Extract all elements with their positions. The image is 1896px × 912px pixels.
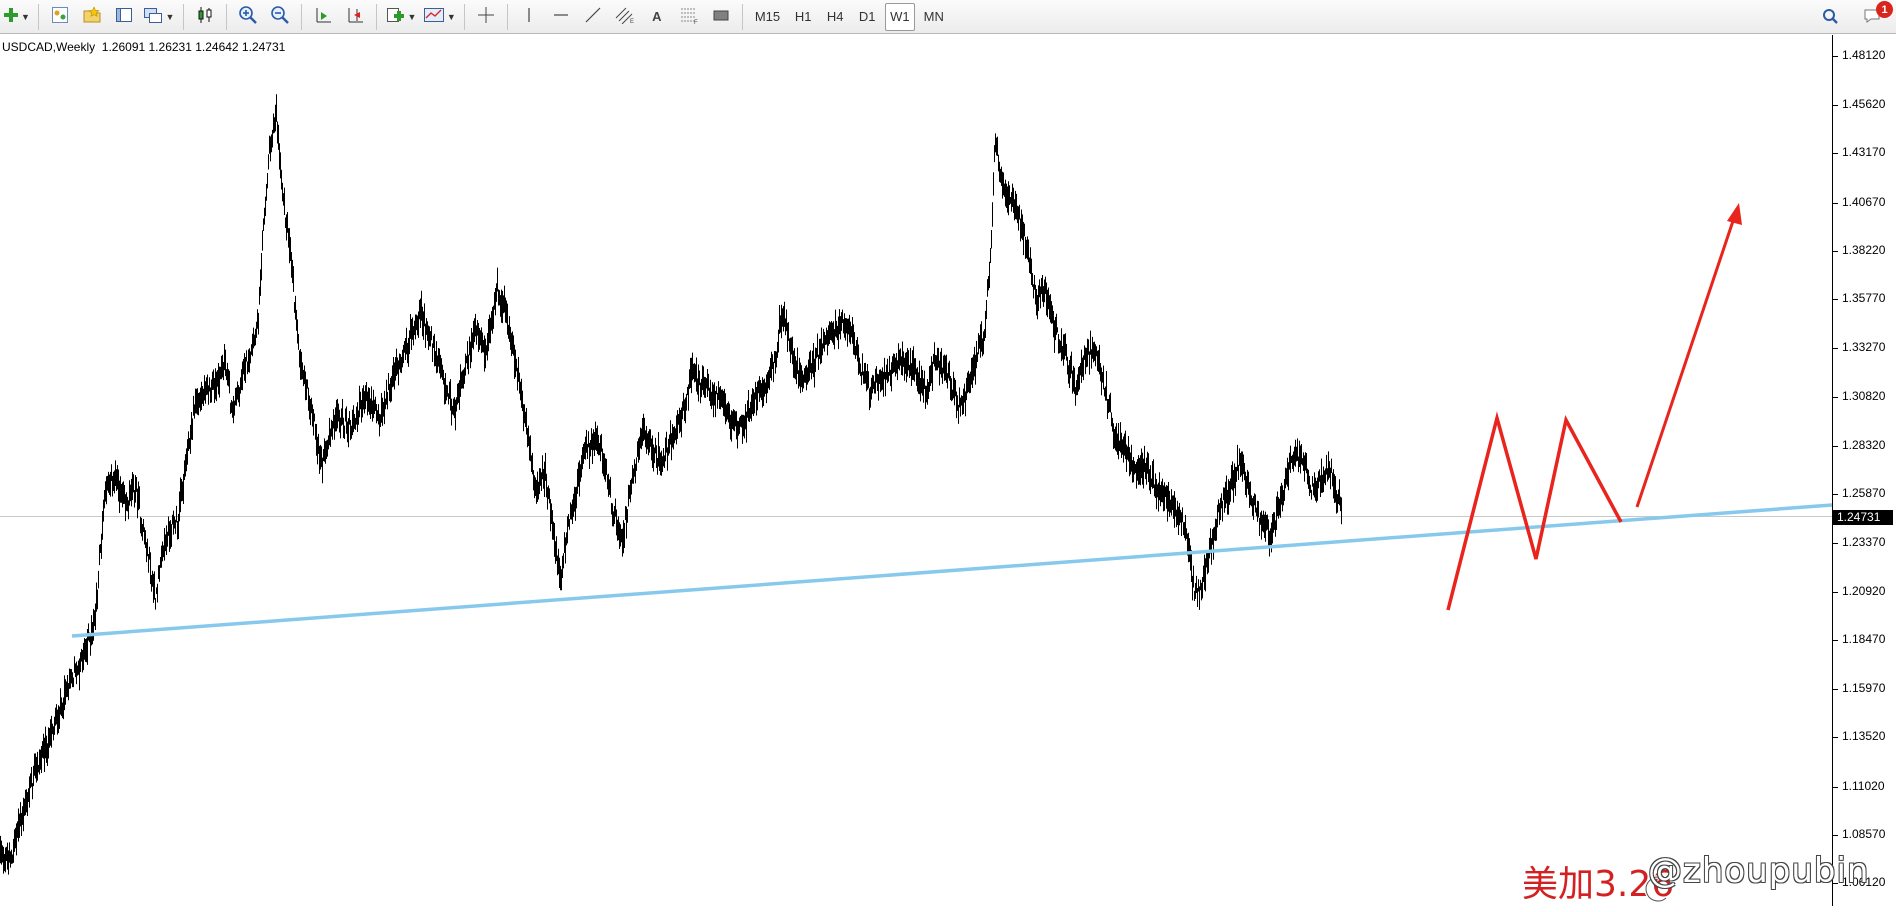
current-price-label: 1.24731 xyxy=(1833,509,1893,525)
zoom-out-icon xyxy=(270,5,290,28)
chevron-down-icon: ▼ xyxy=(407,11,417,22)
candlestick-icon xyxy=(196,6,214,27)
price-axis[interactable]: 1.48120 1.45620 1.43170 1.40670 1.38220 1.357… xyxy=(1832,35,1896,906)
price-axis-label: 1.30820 xyxy=(1842,388,1886,403)
price-axis-label: 1.08570 xyxy=(1842,826,1886,841)
timeframe-h1-button[interactable]: H1 xyxy=(789,3,817,31)
price-axis-label: 1.35770 xyxy=(1842,291,1886,306)
fibonacci-button[interactable]: F xyxy=(675,3,703,31)
terminal-button[interactable] xyxy=(110,3,138,31)
zoom-out-button[interactable] xyxy=(266,3,294,31)
notifications-button[interactable]: 1 xyxy=(1858,1,1893,31)
author-watermark: @zhoupubin xyxy=(1648,851,1870,891)
equidistant-channel-button[interactable]: E xyxy=(611,3,639,31)
chevron-down-icon: ▼ xyxy=(446,11,456,22)
separator xyxy=(375,3,377,30)
search-icon xyxy=(1821,7,1839,28)
crosshair-button[interactable] xyxy=(472,3,500,31)
chart-symbol-header: USDCAD,Weekly 1.26091 1.26231 1.24642 1.… xyxy=(2,40,286,54)
price-axis-label: 1.23370 xyxy=(1842,535,1886,550)
timeframe-mn-button[interactable]: MN xyxy=(919,3,949,31)
plus-icon xyxy=(3,7,19,26)
trendline-button[interactable] xyxy=(579,3,607,31)
forecast-arrowhead xyxy=(1727,203,1742,225)
timeframe-h4-button[interactable]: H4 xyxy=(821,3,849,31)
price-axis-label: 1.48120 xyxy=(1842,48,1886,62)
rectangle-button[interactable] xyxy=(707,3,735,31)
price-axis-label: 1.40670 xyxy=(1842,194,1886,209)
forecast-arrow[interactable] xyxy=(1635,214,1737,508)
windows-icon xyxy=(143,6,163,27)
chart-window[interactable]: USDCAD,Weekly 1.26091 1.26231 1.24642 1.… xyxy=(0,35,1896,906)
timeframe-group: M15 H1 H4 D1 W1 MN xyxy=(748,2,951,31)
price-axis-label: 1.45620 xyxy=(1842,97,1886,112)
separator xyxy=(37,3,39,30)
auto-scroll-icon xyxy=(314,6,332,27)
template-icon xyxy=(423,6,445,27)
price-axis-label: 1.11020 xyxy=(1842,778,1885,793)
zoom-in-icon xyxy=(238,5,258,28)
price-axis-label: 1.20920 xyxy=(1842,583,1886,598)
templates-button[interactable]: ▼ xyxy=(422,3,457,31)
chevron-down-icon: ▼ xyxy=(21,11,30,22)
auto-scroll-button[interactable] xyxy=(309,3,337,31)
notification-badge: 1 xyxy=(1876,1,1893,18)
timeframe-d1-button[interactable]: D1 xyxy=(853,3,881,31)
toolbar: ▼ ▼ ▼ ▼ E A F M15 H1 H4 D1 W1 MN 1 xyxy=(0,0,1896,34)
crosshair-icon xyxy=(477,6,495,27)
separator xyxy=(506,3,508,30)
horizontal-line-icon xyxy=(552,6,570,27)
separator xyxy=(741,3,743,30)
vertical-line-button[interactable] xyxy=(515,3,543,31)
chart-shift-icon xyxy=(346,6,364,27)
price-axis-label: 1.18470 xyxy=(1842,631,1886,646)
chart-shift-button[interactable] xyxy=(341,3,369,31)
price-axis-label: 1.15970 xyxy=(1842,681,1886,696)
price-axis-label: 1.43170 xyxy=(1842,145,1886,160)
separator xyxy=(463,3,465,30)
svg-text:F: F xyxy=(694,20,698,24)
separator xyxy=(300,3,302,30)
timeframe-w1-button[interactable]: W1 xyxy=(885,2,915,31)
channel-icon: E xyxy=(615,6,635,27)
zoom-in-button[interactable] xyxy=(234,3,262,31)
new-chart-button[interactable]: ▼ xyxy=(2,3,31,31)
candlestick-button[interactable] xyxy=(191,3,219,31)
price-chart[interactable] xyxy=(0,35,1832,906)
chevron-down-icon: ▼ xyxy=(165,11,175,22)
price-axis-label: 1.38220 xyxy=(1842,242,1886,257)
price-axis-label: 1.28320 xyxy=(1842,437,1886,452)
rectangle-icon xyxy=(712,6,730,27)
timeframe-m15-button[interactable]: M15 xyxy=(750,3,785,31)
candles-group xyxy=(0,94,1342,875)
navigator-button[interactable] xyxy=(78,3,106,31)
star-folder-icon xyxy=(82,6,102,27)
price-axis-label: 1.33270 xyxy=(1842,340,1886,355)
market-watch-icon xyxy=(51,6,69,27)
horizontal-line-button[interactable] xyxy=(547,3,575,31)
separator xyxy=(225,3,227,30)
zigzag-annotation[interactable] xyxy=(1446,411,1623,611)
window-icon xyxy=(115,6,133,27)
vertical-line-icon xyxy=(520,6,538,27)
separator xyxy=(182,3,184,30)
svg-text:E: E xyxy=(630,19,634,24)
toolbar-right: 1 xyxy=(1814,1,1893,31)
market-watch-button[interactable] xyxy=(46,3,74,31)
price-axis-label: 1.13520 xyxy=(1842,729,1886,744)
indicators-button[interactable]: ▼ xyxy=(384,3,418,31)
fibonacci-icon: F xyxy=(679,6,699,27)
support-trendline[interactable] xyxy=(71,503,1832,638)
search-button[interactable] xyxy=(1816,3,1844,31)
text-tool-label: A xyxy=(652,9,662,24)
profiles-button[interactable]: ▼ xyxy=(142,3,176,31)
text-button[interactable]: A xyxy=(643,3,671,31)
trendline-icon xyxy=(584,6,602,27)
price-axis-label: 1.25870 xyxy=(1842,486,1886,501)
add-indicator-icon xyxy=(385,6,405,27)
